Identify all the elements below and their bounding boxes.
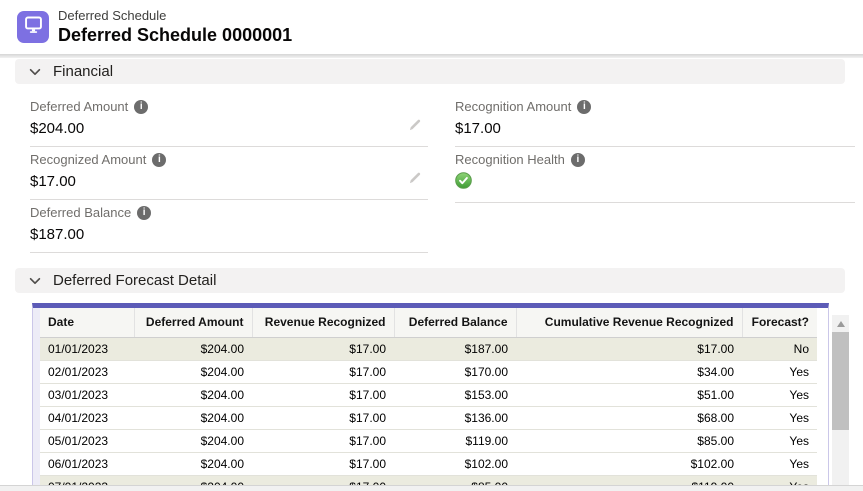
section-title: Financial: [53, 63, 113, 80]
info-icon[interactable]: i: [577, 100, 591, 114]
edit-pencil-icon[interactable]: [408, 171, 422, 190]
table-cell: 02/01/2023: [40, 360, 134, 383]
section-header-financial[interactable]: Financial: [15, 59, 845, 84]
desktop-icon: [23, 14, 44, 40]
info-icon[interactable]: i: [134, 100, 148, 114]
table-left-strip: [33, 308, 40, 491]
table-row: 02/01/2023$204.00$17.00$170.00$34.00Yes: [40, 360, 817, 383]
deferred-schedule-object-icon: [17, 11, 49, 43]
field-label: Recognition Health: [455, 152, 565, 167]
column-header[interactable]: Cumulative Revenue Recognized: [516, 308, 742, 337]
section-header-forecast-detail[interactable]: Deferred Forecast Detail: [15, 268, 845, 293]
column-header[interactable]: Revenue Recognized: [252, 308, 394, 337]
field-recognition-amount: Recognition Amount i $17.00: [455, 94, 855, 147]
scrollbar-thumb[interactable]: [832, 332, 849, 430]
table-cell: $153.00: [394, 383, 516, 406]
table-cell: $102.00: [516, 452, 742, 475]
field-deferred-balance: Deferred Balance i $187.00: [30, 200, 428, 253]
field-recognized-amount: Recognized Amount i $17.00: [30, 147, 428, 200]
table-cell: 01/01/2023: [40, 337, 134, 360]
table-cell: $17.00: [252, 360, 394, 383]
table-cell: $204.00: [134, 337, 252, 360]
table-cell: 06/01/2023: [40, 452, 134, 475]
table-cell: $102.00: [394, 452, 516, 475]
page-title: Deferred Schedule 0000001: [58, 24, 292, 47]
field-label: Recognized Amount: [30, 152, 146, 167]
field-label: Deferred Balance: [30, 205, 131, 220]
financial-column-left: Deferred Amount i $204.00 Recognized Amount…: [30, 94, 428, 253]
column-header[interactable]: Deferred Amount: [134, 308, 252, 337]
financial-column-right: Recognition Amount i $17.00 Recognition Hea…: [455, 94, 855, 203]
table-vertical-scrollbar[interactable]: [832, 315, 849, 491]
section-title: Deferred Forecast Detail: [53, 272, 216, 289]
table-cell: $85.00: [516, 429, 742, 452]
chevron-down-icon[interactable]: [28, 65, 42, 79]
table-cell: Yes: [742, 360, 817, 383]
table-row: 01/01/2023$204.00$17.00$187.00$17.00No: [40, 337, 817, 360]
table-cell: Yes: [742, 429, 817, 452]
forecast-table-head: DateDeferred AmountRevenue RecognizedDef…: [40, 308, 817, 337]
table-cell: $68.00: [516, 406, 742, 429]
table-cell: $204.00: [134, 429, 252, 452]
object-label: Deferred Schedule: [58, 8, 292, 24]
app-header: Deferred Schedule Deferred Schedule 0000…: [0, 0, 863, 54]
table-cell: $136.00: [394, 406, 516, 429]
table-row: 06/01/2023$204.00$17.00$102.00$102.00Yes: [40, 452, 817, 475]
info-icon[interactable]: i: [152, 153, 166, 167]
table-cell: $170.00: [394, 360, 516, 383]
table-cell: $204.00: [134, 383, 252, 406]
table-cell: $17.00: [252, 429, 394, 452]
table-cell: 05/01/2023: [40, 429, 134, 452]
field-value: $17.00: [455, 119, 855, 139]
field-value: $187.00: [30, 225, 428, 245]
header-divider: [0, 54, 863, 58]
table-cell: $119.00: [394, 429, 516, 452]
window-bottom-edge: [0, 485, 863, 491]
field-label: Recognition Amount: [455, 99, 571, 114]
scrollbar-up-arrow[interactable]: [832, 315, 849, 332]
table-cell: Yes: [742, 406, 817, 429]
column-header[interactable]: Deferred Balance: [394, 308, 516, 337]
field-value: $17.00: [30, 172, 428, 192]
table-cell: $204.00: [134, 406, 252, 429]
field-deferred-amount: Deferred Amount i $204.00: [30, 94, 428, 147]
table-cell: $17.00: [252, 406, 394, 429]
table-row: 03/01/2023$204.00$17.00$153.00$51.00Yes: [40, 383, 817, 406]
edit-pencil-icon[interactable]: [408, 118, 422, 137]
info-icon[interactable]: i: [137, 206, 151, 220]
table-cell: Yes: [742, 383, 817, 406]
column-header[interactable]: Date: [40, 308, 134, 337]
triangle-up-icon: [837, 321, 845, 327]
forecast-table: DateDeferred AmountRevenue RecognizedDef…: [40, 308, 817, 491]
field-label: Deferred Amount: [30, 99, 128, 114]
table-cell: No: [742, 337, 817, 360]
table-cell: $17.00: [516, 337, 742, 360]
table-row: 05/01/2023$204.00$17.00$119.00$85.00Yes: [40, 429, 817, 452]
forecast-table-panel: DateDeferred AmountRevenue RecognizedDef…: [32, 303, 829, 491]
table-cell: $17.00: [252, 337, 394, 360]
table-cell: $51.00: [516, 383, 742, 406]
table-cell: Yes: [742, 452, 817, 475]
table-cell: $204.00: [134, 452, 252, 475]
forecast-table-body: 01/01/2023$204.00$17.00$187.00$17.00No02…: [40, 337, 817, 491]
field-recognition-health: Recognition Health i: [455, 147, 855, 203]
chevron-down-icon[interactable]: [28, 274, 42, 288]
column-header[interactable]: Forecast?: [742, 308, 817, 337]
table-cell: $187.00: [394, 337, 516, 360]
table-row: 04/01/2023$204.00$17.00$136.00$68.00Yes: [40, 406, 817, 429]
table-cell: $34.00: [516, 360, 742, 383]
table-cell: $17.00: [252, 452, 394, 475]
table-cell: 04/01/2023: [40, 406, 134, 429]
table-cell: $204.00: [134, 360, 252, 383]
header-row: DateDeferred AmountRevenue RecognizedDef…: [40, 308, 817, 337]
table-cell: $17.00: [252, 383, 394, 406]
success-check-icon: [455, 172, 472, 189]
table-cell: 03/01/2023: [40, 383, 134, 406]
field-value: $204.00: [30, 119, 428, 139]
info-icon[interactable]: i: [571, 153, 585, 167]
